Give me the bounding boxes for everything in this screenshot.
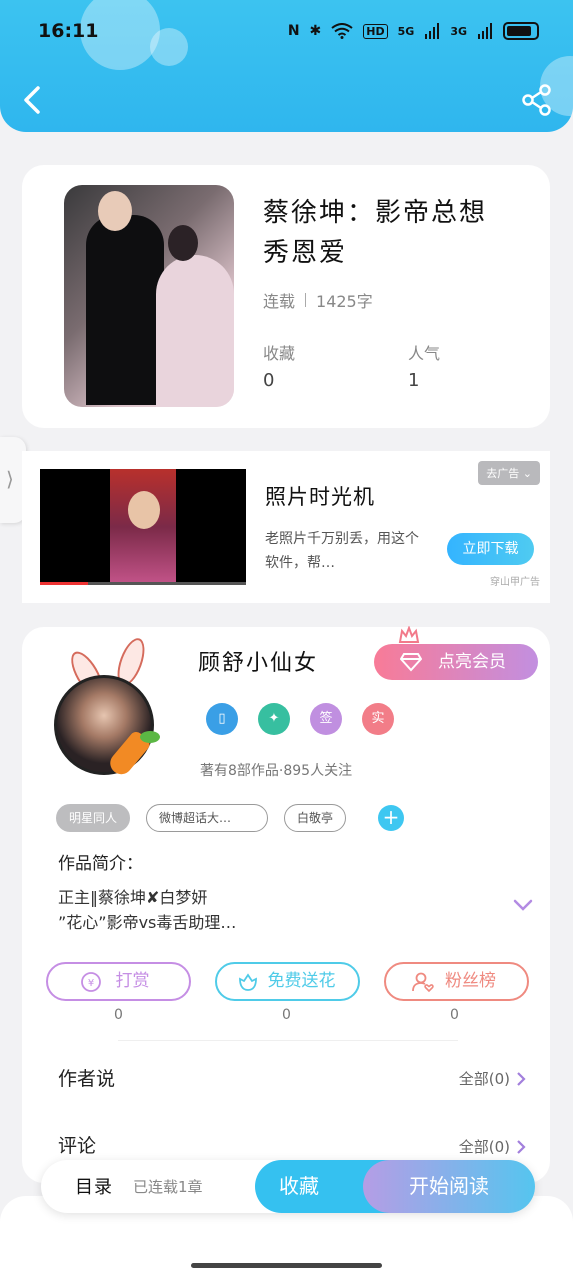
book-tags: 明星同人 微博超话大… 白敬亭 + [56, 804, 405, 832]
signal-bars-icon [478, 23, 492, 39]
signal-bars-icon [425, 23, 440, 39]
signal-3g-icon: 3G [450, 24, 467, 38]
nfc-icon: N [287, 23, 300, 39]
phone-badge-icon[interactable]: ▯ [206, 703, 238, 735]
divider [118, 1040, 458, 1041]
bottom-action-bar: 目录 已连载1章 收藏 开始阅读 [41, 1160, 535, 1213]
author-card: 顾舒小仙女 点亮会员 ▯ ✦ 签 实 著有8部作品·895人关注 明星同人 微博… [22, 626, 550, 1183]
diamond-icon [400, 653, 422, 672]
tag-item[interactable]: 明星同人 [56, 804, 131, 832]
book-cover-image[interactable] [64, 185, 234, 407]
book-status: 连载 [263, 292, 296, 311]
intro-label: 作品简介： [58, 854, 143, 874]
chevron-right-icon [517, 1139, 526, 1154]
coin-icon: ¥ [81, 972, 101, 992]
ad-image[interactable] [40, 469, 246, 585]
status-bar: 16:11 N ✱ HD 5G 3G [0, 0, 573, 64]
start-reading-button[interactable]: 开始阅读 [363, 1160, 535, 1213]
status-time: 16:11 [38, 20, 99, 42]
book-title: 蔡徐坤：影帝总想秀恩爱 [263, 198, 488, 268]
toc-button[interactable]: 目录 [75, 1173, 113, 1199]
book-meta: 连载 1425字 [263, 288, 373, 312]
remove-ad-button[interactable]: 去广告 ⌄ [478, 461, 540, 485]
free-flower-button[interactable]: 免费送花 [215, 962, 360, 1001]
author-says-label[interactable]: 作者说 [58, 1064, 115, 1091]
tag-item[interactable]: 白敬亭 [284, 804, 347, 832]
ad-source: 穿山甲广告 [490, 577, 540, 588]
comments-label[interactable]: 评论 [58, 1131, 96, 1158]
hd-icon: HD [363, 23, 388, 39]
vip-membership-button[interactable]: 点亮会员 [374, 644, 538, 680]
flower-icon [239, 973, 257, 991]
status-icons: N ✱ HD 5G 3G [288, 22, 539, 40]
fan-ranking-button[interactable]: 粉丝榜 [384, 962, 529, 1001]
author-name[interactable]: 顾舒小仙女 [198, 645, 318, 677]
back-arrow-icon[interactable] [18, 80, 48, 120]
ad-title: 照片时光机 [265, 485, 375, 509]
author-avatar[interactable] [54, 675, 154, 775]
popularity-value: 1 [408, 370, 420, 391]
home-indicator[interactable] [191, 1263, 382, 1268]
signed-badge[interactable]: 签 [310, 703, 342, 735]
chapters-status: 已连载1章 [133, 1178, 203, 1196]
comments-all[interactable]: 全部(0) [459, 1136, 526, 1157]
action-buttons: ¥ 打赏 免费送花 粉丝榜 [46, 962, 529, 1001]
author-says-all[interactable]: 全部(0) [459, 1068, 526, 1089]
wifi-icon [331, 23, 353, 39]
crown-icon [398, 626, 420, 643]
ad-banner[interactable]: 照片时光机 老照片千万别丢，用这个软件，帮… 去广告 ⌄ 立即下载 穿山甲广告 [22, 451, 550, 603]
carrot-leaf-decor [140, 731, 160, 743]
author-stats: 著有8部作品·895人关注 [200, 763, 353, 779]
author-badges: ▯ ✦ 签 实 [206, 703, 394, 735]
tip-button[interactable]: ¥ 打赏 [46, 962, 191, 1001]
favorites-value: 0 [263, 370, 275, 391]
chevron-right-icon: ⟩ [6, 467, 14, 491]
popularity-label: 人气 [408, 344, 441, 363]
ad-description: 老照片千万别丢，用这个软件，帮… [265, 531, 419, 571]
book-word-count: 1425字 [316, 292, 373, 311]
user-heart-icon [412, 972, 434, 993]
share-icon[interactable] [521, 84, 553, 116]
chevron-down-icon[interactable] [512, 897, 534, 913]
bluetooth-icon: ✱ [309, 23, 322, 39]
flower-count: 0 [282, 1007, 291, 1023]
svg-text:¥: ¥ [88, 978, 94, 989]
header: 16:11 N ✱ HD 5G 3G [0, 0, 573, 132]
book-info-card: 蔡徐坤：影帝总想秀恩爱 连载 1425字 收藏 0 人气 1 [22, 165, 550, 428]
chevron-right-icon [517, 1071, 526, 1086]
signal-5g-icon: 5G [397, 24, 415, 38]
fan-count: 0 [450, 1007, 459, 1023]
add-tag-button[interactable]: + [378, 805, 405, 831]
battery-icon [503, 22, 539, 40]
handshake-badge-icon[interactable]: ✦ [258, 703, 290, 735]
favorites-label: 收藏 [263, 344, 296, 363]
verified-badge[interactable]: 实 [362, 703, 394, 735]
ad-download-button[interactable]: 立即下载 [447, 533, 534, 565]
intro-text: 正主‖蔡徐坤✘白梦妍 ”花心”影帝vs毒舌助理… [58, 888, 237, 932]
tag-item[interactable]: 微博超话大… [146, 804, 269, 832]
meta-divider [305, 293, 307, 307]
tip-count: 0 [114, 1007, 123, 1023]
